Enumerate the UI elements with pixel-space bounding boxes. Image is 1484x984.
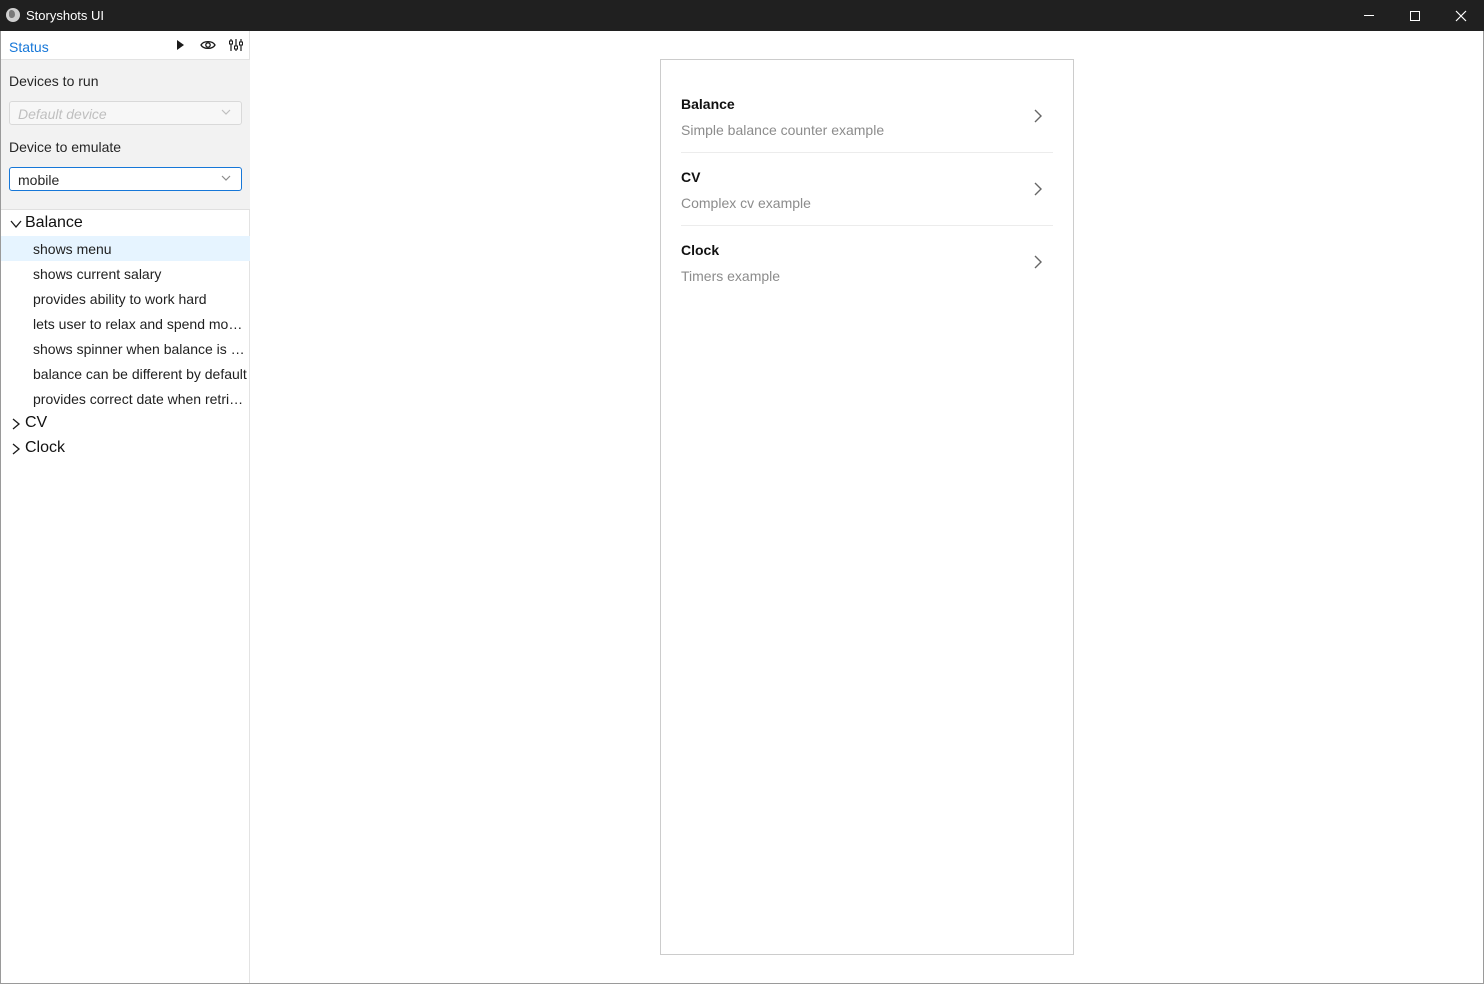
sidebar-toolbar: Status [1,31,250,60]
tree-story-label: lets user to relax and spend money [33,316,249,332]
device-preview-frame: Balance Simple balance counter example C… [660,59,1074,955]
tree-story-item[interactable]: lets user to relax and spend money [1,311,250,336]
preview-menu-item-cv[interactable]: CV Complex cv example [681,153,1053,226]
chevron-right-icon [1034,182,1042,196]
window-title: Storyshots UI [26,8,105,23]
status-link[interactable]: Status [9,39,49,55]
device-to-emulate-select[interactable]: mobile [9,167,242,191]
tree-story-item[interactable]: provides ability to work hard [1,286,250,311]
minimize-icon [1364,15,1374,16]
tree-story-label: provides correct date when retrieved [33,391,249,407]
tree-story-item[interactable]: shows current salary [1,261,250,286]
eye-icon[interactable] [199,37,217,53]
maximize-button[interactable] [1392,0,1438,31]
window-titlebar: Storyshots UI [0,0,1484,31]
sliders-icon[interactable] [227,37,245,53]
tree-story-item[interactable]: shows spinner when balance is not loaded [1,336,250,361]
tree-group-label: Balance [25,214,83,231]
tree-story-label: shows current salary [33,266,162,282]
tree-story-label: provides ability to work hard [33,291,207,307]
minimize-button[interactable] [1346,0,1392,31]
maximize-icon [1410,10,1420,21]
menu-item-title: Clock [681,242,720,258]
chevron-down-icon [221,175,231,181]
chevron-right-icon [1034,109,1042,123]
menu-item-title: Balance [681,96,735,112]
tree-story-label: shows menu [33,241,112,257]
device-to-emulate-value: mobile [18,172,60,188]
play-icon[interactable] [171,37,189,53]
tree-group-label: Clock [25,439,66,456]
chevron-right-icon [1034,255,1042,269]
chevron-right-icon [12,418,21,430]
chevron-right-icon [12,443,21,455]
close-button[interactable] [1438,0,1484,31]
menu-item-description: Complex cv example [681,195,811,211]
device-settings-panel: Devices to run Default device Device to … [1,60,250,210]
app-globe-icon [6,8,20,22]
devices-to-run-placeholder: Default device [18,106,107,122]
tree-group-cv[interactable]: CV [1,411,250,436]
menu-item-description: Simple balance counter example [681,122,885,138]
tree-group-label: CV [25,414,48,431]
tree-group-balance[interactable]: Balance [1,211,250,236]
devices-to-run-select[interactable]: Default device [9,101,242,125]
sidebar: Status Devices to run Default device Dev… [1,31,250,983]
device-to-emulate-label: Device to emulate [9,139,122,155]
tree-story-item[interactable]: shows menu [1,236,250,261]
tree-group-clock[interactable]: Clock [1,436,250,461]
chevron-down-icon [221,109,231,115]
menu-item-description: Timers example [681,268,781,284]
close-icon [1455,10,1467,21]
tree-story-label: shows spinner when balance is not loaded [33,341,249,357]
chevron-down-icon [10,220,22,229]
tree-story-item[interactable]: balance can be different by default [1,361,250,386]
devices-to-run-label: Devices to run [9,73,99,89]
preview-menu-item-clock[interactable]: Clock Timers example [681,226,1053,299]
preview-menu-item-balance[interactable]: Balance Simple balance counter example [681,80,1053,153]
menu-item-title: CV [681,169,701,185]
tree-story-label: balance can be different by default [33,366,247,382]
tree-story-item[interactable]: provides correct date when retrieved [1,386,250,411]
